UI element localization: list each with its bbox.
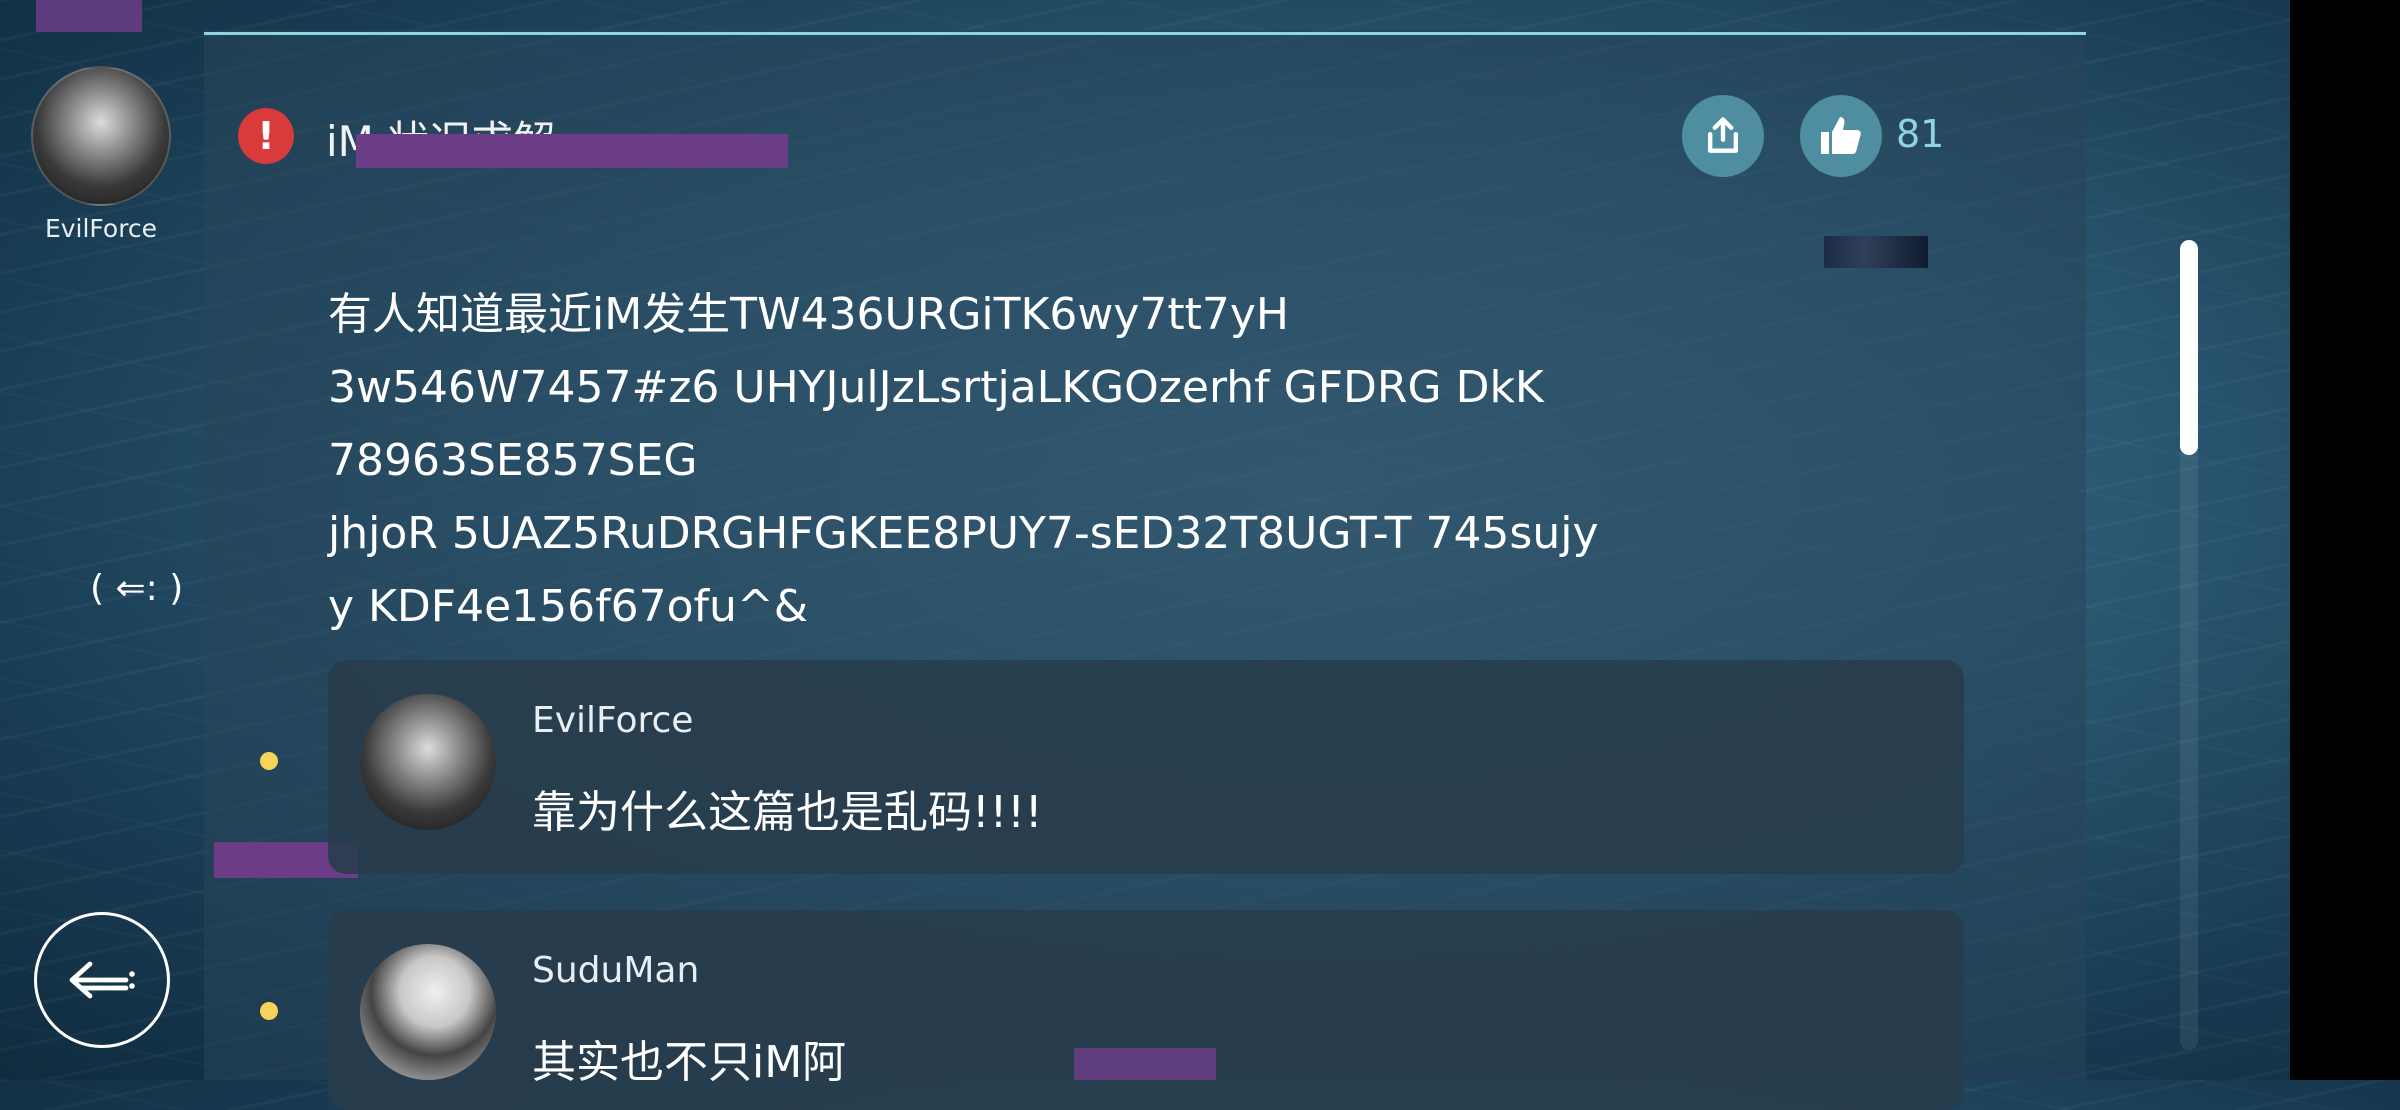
comment-card[interactable]: SuduMan 其实也不只iM阿 [328, 910, 1964, 1110]
author-avatar[interactable] [31, 66, 171, 206]
glitch-bar-bottom [1074, 1048, 1216, 1080]
comment-text: 靠为什么这篇也是乱码!!!! [532, 787, 1043, 838]
comment-text: 其实也不只iM阿 [532, 1037, 847, 1088]
glitch-bar-top [36, 0, 142, 32]
title-redaction-bar [356, 134, 788, 168]
unread-dot [260, 752, 278, 770]
share-icon [1707, 117, 1739, 153]
like-button[interactable] [1800, 95, 1882, 177]
panel-top-line [204, 32, 2086, 35]
comment-username: SuduMan [532, 950, 700, 991]
post-body-line: y KDF4e156f67ofu^& [328, 581, 809, 632]
comment-username: EvilForce [532, 700, 694, 741]
comment-avatar[interactable] [360, 694, 496, 830]
right-black-strip [2290, 0, 2400, 1080]
back-button[interactable] [34, 912, 170, 1048]
post-body-line: jhjoR 5UAZ5RuDRGHFGKEE8PUY7-sED32T8UGT-T… [328, 508, 1599, 559]
share-button[interactable] [1682, 95, 1764, 177]
post-body-line: 3w546W7457#z6 UHYJulJzLsrtjaLKGOzerhf GF… [328, 362, 1544, 413]
exclamation-icon: ! [238, 108, 294, 164]
like-count: 81 [1896, 112, 1945, 156]
author-name: EvilForce [44, 214, 158, 243]
post-body-line: 78963SE857SEG [328, 435, 698, 486]
post-author[interactable]: EvilForce [30, 66, 172, 243]
comment-avatar[interactable] [360, 944, 496, 1080]
embedded-image-thumbnail[interactable] [1824, 236, 1928, 268]
scrollbar-thumb[interactable] [2180, 240, 2198, 455]
comment-card[interactable]: EvilForce 靠为什么这篇也是乱码!!!! [328, 660, 1964, 874]
unread-dot [260, 1002, 278, 1020]
side-reply-tag[interactable]: ( ⇐: ) [90, 568, 183, 609]
post-body-line: 有人知道最近iM发生TW436URGiTK6wy7tt7yH [328, 289, 1290, 340]
back-arrow-icon [69, 961, 135, 999]
post-body: 有人知道最近iM发生TW436URGiTK6wy7tt7yH 3w546W745… [328, 278, 1628, 643]
thumbs-up-icon [1821, 117, 1861, 154]
